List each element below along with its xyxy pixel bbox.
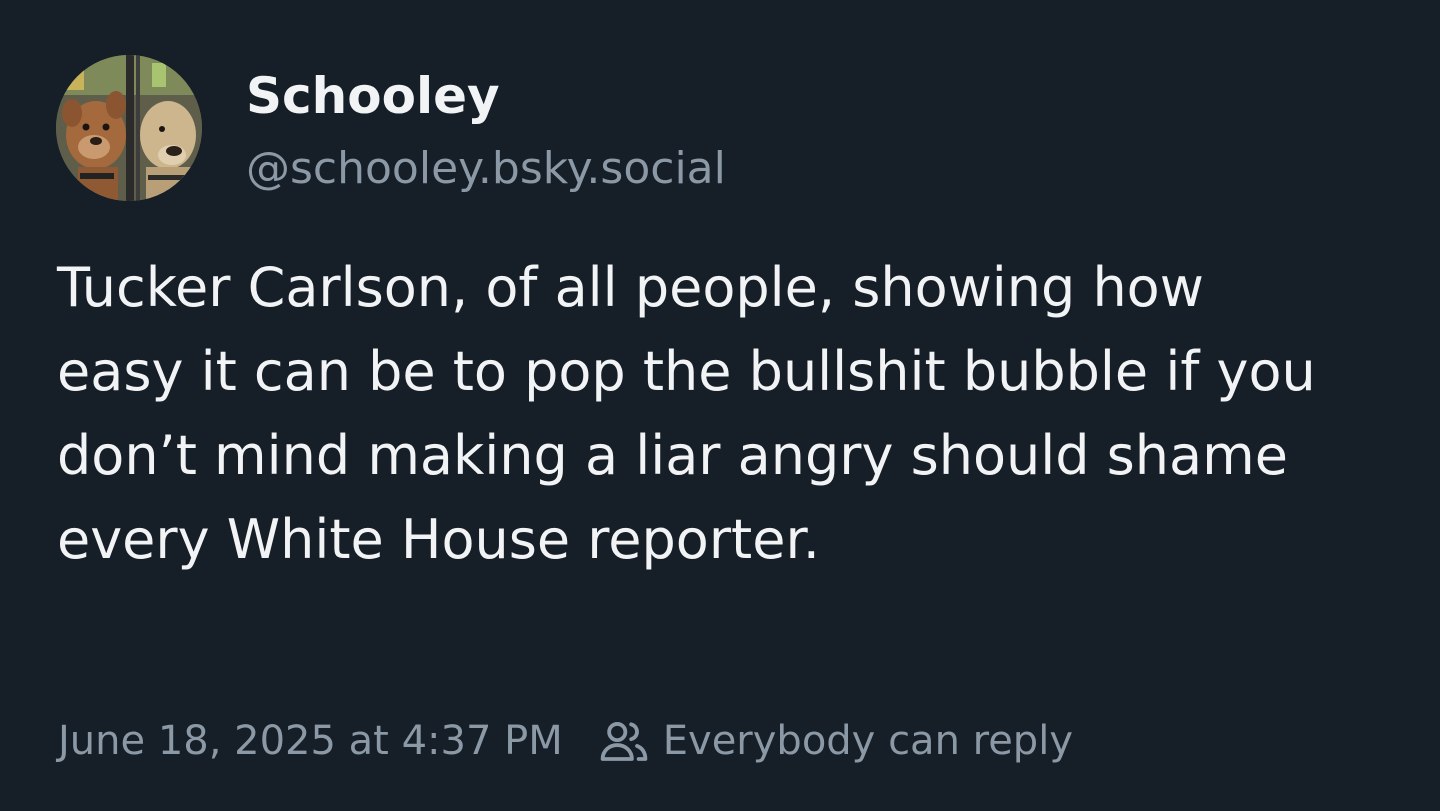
reply-setting[interactable]: Everybody can reply	[597, 714, 1073, 768]
people-icon	[600, 721, 648, 761]
author-avatar[interactable]	[56, 55, 202, 201]
post-meta: June 18, 2025 at 4:37 PM Everybody can r…	[58, 710, 1073, 772]
post-timestamp[interactable]: June 18, 2025 at 4:37 PM	[58, 718, 563, 764]
dogs-avatar-icon	[56, 55, 202, 201]
post-card: Schooley @schooley.bsky.social Tucker Ca…	[0, 0, 1440, 811]
author-handle[interactable]: @schooley.bsky.social	[246, 135, 726, 203]
author-display-name[interactable]: Schooley	[246, 60, 500, 132]
reply-setting-label: Everybody can reply	[662, 718, 1073, 764]
post-text: Tucker Carlson, of all people, showing h…	[57, 256, 1316, 571]
